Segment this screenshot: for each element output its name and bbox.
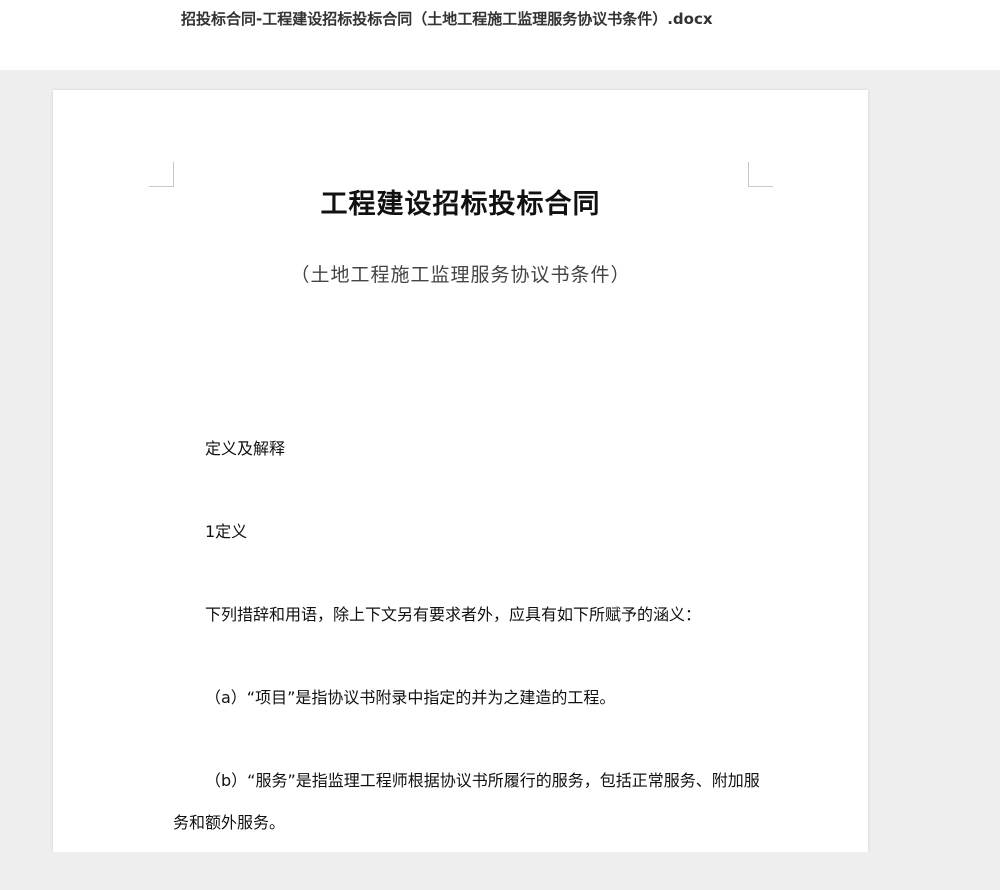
document-title: 工程建设招标投标合同 (320, 189, 601, 220)
paragraph-section-1: 1定义 (205, 522, 248, 541)
paragraph-definitions-heading: 定义及解释 (205, 439, 286, 458)
margin-corner-top-right (748, 162, 773, 187)
margin-corner-top-left (149, 162, 174, 187)
paragraph-intro: 下列措辞和用语，除上下文另有要求者外，应具有如下所赋予的涵义： (205, 605, 702, 624)
paragraph-item-a: （a）“项目”是指协议书附录中指定的并为之建造的工程。 (205, 688, 616, 707)
paragraph-item-b-line1: （b）“服务”是指监理工程师根据协议书所履行的服务，包括正常服务、附加服 (205, 771, 760, 790)
paragraph-item-b-line2: 务和额外服务。 (173, 813, 286, 832)
document-filename: 招投标合同-工程建设招标投标合同（土地工程施工监理服务协议书条件）.docx (181, 10, 713, 28)
bottom-background (0, 852, 1000, 890)
document-page[interactable]: 工程建设招标投标合同 （土地工程施工监理服务协议书条件） 定义及解释 1定义 下… (53, 90, 868, 852)
title-bar: 招投标合同-工程建设招标投标合同（土地工程施工监理服务协议书条件）.docx (0, 0, 1000, 70)
document-subtitle: （土地工程施工监理服务协议书条件） (290, 264, 631, 286)
